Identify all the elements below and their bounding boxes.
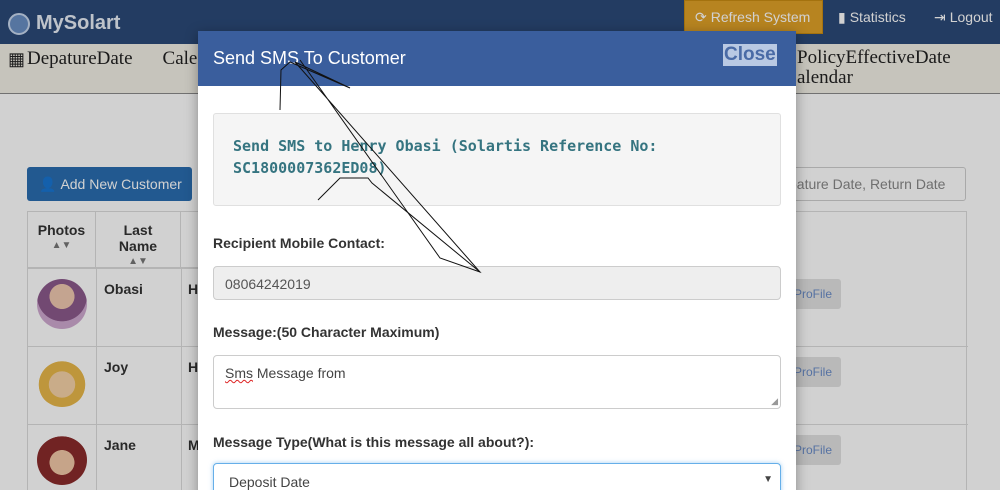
resize-handle-icon[interactable]: ◢ [771,396,778,407]
recipient-label: Recipient Mobile Contact: [213,235,385,251]
message-label: Message:(50 Character Maximum) [213,324,440,340]
message-text-word: Sms [225,365,253,381]
sms-info-panel: Send SMS to Henry Obasi (Solartis Refere… [213,113,781,206]
send-sms-modal: Send SMS To Customer Close Send SMS to H… [198,31,796,490]
modal-title: Send SMS To Customer [213,48,406,68]
message-type-value: Deposit Date [229,474,310,490]
message-textarea[interactable]: Sms Message from ◢ [213,355,781,409]
modal-header: Send SMS To Customer Close [198,31,796,86]
message-type-label: Message Type(What is this message all ab… [213,434,535,450]
message-type-select[interactable]: Deposit Date ▼ [213,463,781,490]
close-button[interactable]: Close [723,44,777,66]
recipient-mobile-field[interactable]: 08064242019 [213,266,781,300]
message-text-rest: Message from [253,365,346,381]
sms-recipient-info: Send SMS to Henry Obasi (Solartis Refere… [233,137,658,177]
chevron-down-icon: ▼ [763,474,773,485]
